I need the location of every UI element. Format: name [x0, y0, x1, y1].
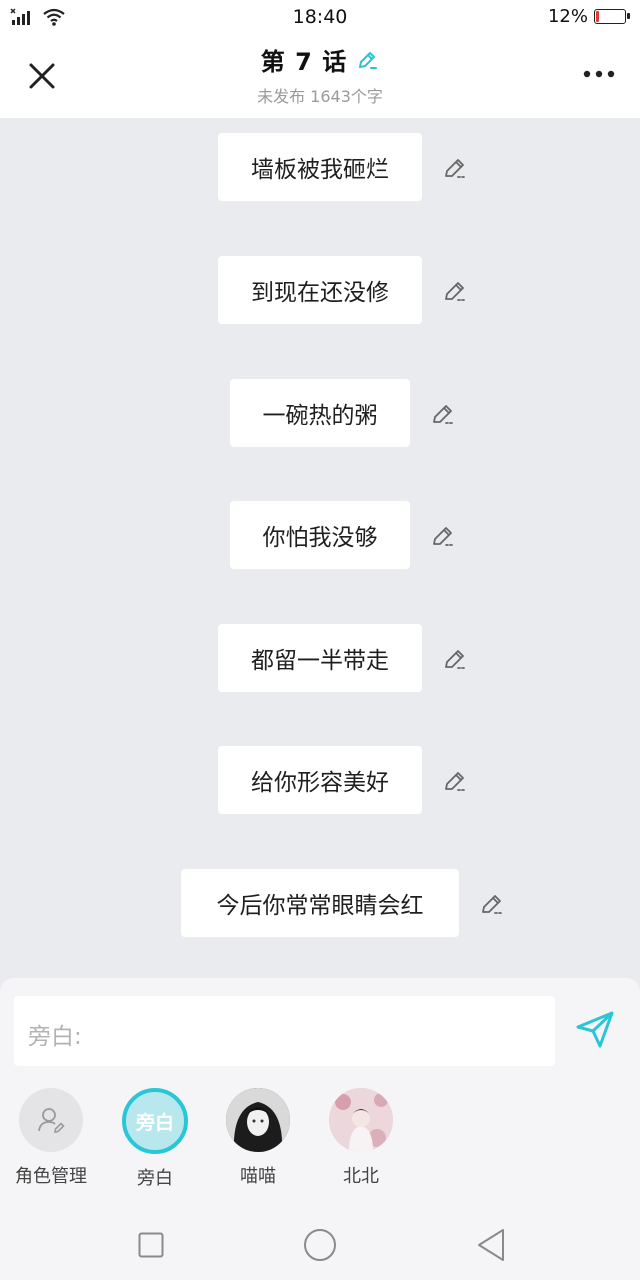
line-row: 给你形容美好: [0, 746, 640, 814]
line-row: 都留一半带走: [0, 624, 640, 692]
page-title: 第 7 话: [260, 48, 348, 76]
header: 第 7 话 未发布 1643个字: [0, 34, 640, 118]
narration-input[interactable]: 旁白:: [14, 996, 555, 1066]
status-time: 18:40: [292, 6, 348, 28]
title-row: 第 7 话: [261, 42, 379, 77]
line-row: 墙板被我砸烂: [0, 133, 640, 201]
line-row: 你怕我没够: [0, 501, 640, 569]
edit-icon[interactable]: [430, 401, 456, 427]
line-bubble[interactable]: 墙板被我砸烂: [218, 133, 422, 201]
line-row: 到现在还没修: [0, 256, 640, 324]
more-icon[interactable]: [582, 62, 616, 86]
status-bar: 18:40 12%: [0, 0, 640, 34]
role-manage[interactable]: 角色管理: [11, 1088, 91, 1188]
recent-apps-icon[interactable]: [138, 1232, 164, 1258]
line-bubble[interactable]: 都留一半带走: [218, 624, 422, 692]
home-icon[interactable]: [303, 1228, 337, 1262]
line-bubble[interactable]: 你怕我没够: [230, 501, 410, 569]
status-right: 12%: [547, 6, 630, 27]
role-label: 北北: [343, 1166, 379, 1187]
composer: 旁白: 角色管理 旁白 旁白 喵喵 北北: [0, 978, 640, 1210]
battery-percentage: 12%: [547, 6, 588, 27]
word-count-subtitle: 未发布 1643个字: [257, 87, 383, 106]
line-bubble[interactable]: 一碗热的粥: [230, 379, 410, 447]
script-lines: 墙板被我砸烂 到现在还没修 一碗热的粥 你怕我没够 都留一半带走 给你形容美好 …: [0, 118, 640, 978]
role-label: 角色管理: [15, 1166, 87, 1187]
role-narrator[interactable]: 旁白 旁白: [115, 1088, 195, 1190]
edit-title-icon[interactable]: [355, 48, 379, 72]
avatar: [226, 1088, 290, 1152]
role-label: 旁白: [137, 1168, 173, 1189]
title-area: 第 7 话 未发布 1643个字: [0, 42, 640, 107]
avatar: [329, 1088, 393, 1152]
line-bubble[interactable]: 给你形容美好: [218, 746, 422, 814]
role-label: 喵喵: [240, 1166, 276, 1187]
line-bubble[interactable]: 今后你常常眼睛会红: [181, 869, 459, 937]
back-icon[interactable]: [476, 1228, 506, 1262]
edit-icon[interactable]: [479, 891, 505, 917]
edit-icon[interactable]: [442, 155, 468, 181]
line-bubble[interactable]: 到现在还没修: [218, 256, 422, 324]
edit-icon[interactable]: [442, 768, 468, 794]
send-icon[interactable]: [574, 1008, 616, 1050]
line-row: 一碗热的粥: [0, 379, 640, 447]
system-nav-bar: [0, 1210, 640, 1280]
role-manage-icon: [19, 1088, 83, 1152]
role-beibei[interactable]: 北北: [321, 1088, 401, 1188]
edit-icon[interactable]: [442, 646, 468, 672]
input-label: 旁白:: [28, 1024, 82, 1050]
edit-icon[interactable]: [442, 278, 468, 304]
battery-level: [596, 11, 599, 22]
edit-icon[interactable]: [430, 523, 456, 549]
line-row: 今后你常常眼睛会红: [0, 869, 640, 937]
narrator-avatar: 旁白: [122, 1088, 188, 1154]
narrator-avatar-text: 旁白: [135, 1111, 174, 1134]
role-miaomiao[interactable]: 喵喵: [218, 1088, 298, 1188]
battery-icon: [594, 9, 630, 24]
